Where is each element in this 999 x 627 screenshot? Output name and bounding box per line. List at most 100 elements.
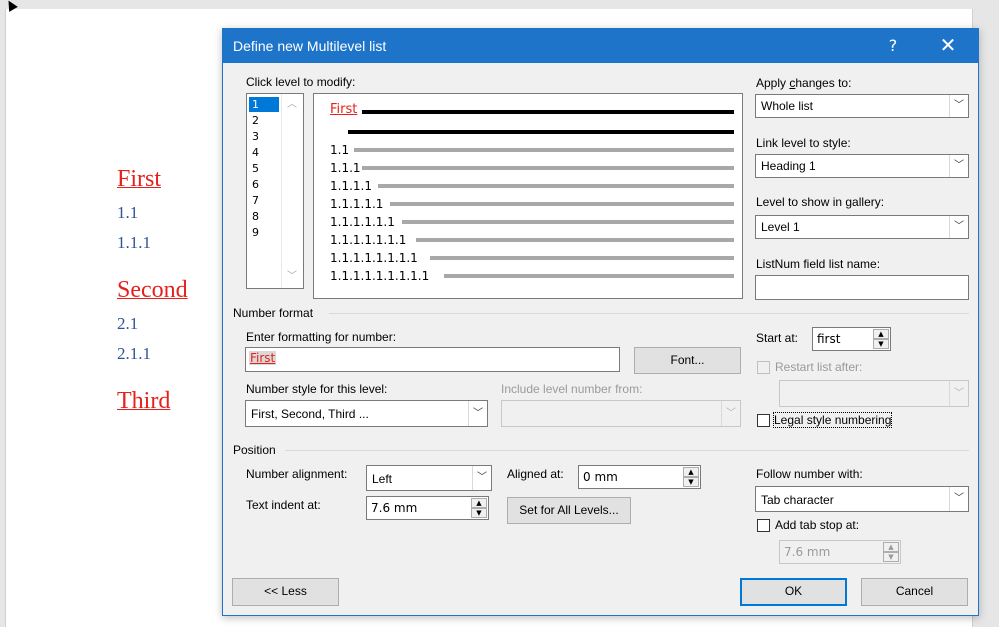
follow-number-value: Tab character [761,493,834,507]
preview-line [402,220,734,224]
less-button[interactable]: << Less [232,578,339,606]
spin-down-icon[interactable]: ▼ [471,508,487,518]
spin-down-icon[interactable]: ▼ [883,552,899,562]
spin-down-icon[interactable]: ▼ [873,339,889,349]
divider [285,450,969,451]
include-level-select[interactable]: ﹀ [501,400,741,427]
chevron-down-icon[interactable]: ﹀ [472,466,491,490]
cancel-button[interactable]: Cancel [861,578,968,606]
spin-up-icon[interactable]: ▲ [683,467,699,477]
add-tab-stop-checkbox[interactable] [757,519,770,532]
chevron-down-icon[interactable]: ﹀ [949,216,968,238]
enter-formatting-label: Enter formatting for number: [246,330,397,344]
number-alignment-label: Number alignment: [246,467,348,481]
chevron-down-icon[interactable]: ﹀ [468,401,487,426]
add-tab-stop-spinner[interactable]: 7.6 mm ▲ ▼ [779,540,901,564]
formatting-input[interactable]: First [245,347,620,372]
legal-style-checkbox[interactable] [757,414,770,427]
divider [329,313,969,314]
number-style-select[interactable]: First, Second, Third ... ﹀ [245,400,488,427]
text-indent-value: 7.6 mm [371,501,418,515]
number-style-value: First, Second, Third ... [251,407,369,421]
font-button[interactable]: Font... [634,347,741,374]
dialog-titlebar[interactable]: Define new Multilevel list ? ✕ [223,29,978,63]
level-listbox[interactable]: 1 2 3 4 5 6 7 8 9 ︿ ﹀ [246,93,304,289]
chevron-down-icon[interactable]: ﹀ [949,487,968,511]
formatting-input-value: First [249,351,277,365]
preview-row-label: 1.1.1.1.1.1.1.1 [330,251,418,265]
level-item[interactable]: 9 [249,225,279,240]
legal-style-label[interactable]: Legal style numbering [772,412,893,428]
preview-line [378,184,734,188]
doc-subitem[interactable]: 1.1 [117,203,138,223]
preview-line [444,274,734,278]
chevron-down-icon[interactable]: ﹀ [949,95,968,117]
spin-down-icon[interactable]: ▼ [683,477,699,487]
chevron-up-icon[interactable]: ︿ [287,100,297,110]
level-item[interactable]: 6 [249,177,279,192]
chevron-down-icon[interactable]: ﹀ [721,401,740,426]
number-alignment-select[interactable]: Left ﹀ [366,465,492,491]
level-scrollbar[interactable]: ︿ ﹀ [281,94,303,288]
doc-subitem[interactable]: 2.1.1 [117,344,151,364]
doc-heading-third[interactable]: Third [117,387,170,415]
add-tab-stop-label: Add tab stop at: [775,518,860,532]
spin-up-icon[interactable]: ▲ [471,498,487,508]
close-icon[interactable]: ✕ [935,33,961,57]
preview-row-label: 1.1.1.1.1.1.1 [330,233,407,247]
help-button[interactable]: ? [883,36,903,55]
spin-up-icon[interactable]: ▲ [883,542,899,552]
set-all-levels-button[interactable]: Set for All Levels... [507,497,631,524]
preview-row-label: 1.1.1 [330,161,361,175]
aligned-at-value: 0 mm [583,470,618,484]
click-level-label: Click level to modify: [246,75,356,89]
level-item[interactable]: 1 [249,97,279,112]
preview-row-label: 1.1.1.1.1.1.1.1.1 [330,269,430,283]
link-level-label: Link level to style: [756,136,851,150]
text-indent-spinner[interactable]: 7.6 mm ▲ ▼ [366,496,489,520]
link-level-value: Heading 1 [761,159,816,173]
ok-button[interactable]: OK [740,578,847,606]
list-preview: First 1.1 1.1.1 1.1.1.1 1.1.1.1.1 1.1.1.1.1.… [313,93,743,299]
preview-line [348,130,734,134]
preview-first: First [330,102,358,117]
restart-list-select[interactable]: ﹀ [779,380,969,407]
doc-heading-first[interactable]: First [117,165,161,193]
preview-line [362,166,734,170]
start-at-value: first [817,332,841,346]
aligned-at-spinner[interactable]: 0 mm ▲ ▼ [578,465,701,489]
start-at-spinner[interactable]: first ▲ ▼ [812,327,891,351]
start-at-label: Start at: [756,331,799,345]
level-item[interactable]: 3 [249,129,279,144]
define-multilevel-list-dialog: Define new Multilevel list ? ✕ Click lev… [222,28,979,616]
preview-line [416,238,734,242]
level-gallery-value: Level 1 [761,220,800,234]
preview-line [354,148,734,152]
restart-list-checkbox[interactable] [757,361,770,374]
preview-line [390,202,734,206]
spin-up-icon[interactable]: ▲ [873,329,889,339]
aligned-at-label: Aligned at: [507,467,564,481]
level-item[interactable]: 4 [249,145,279,160]
link-level-select[interactable]: Heading 1 ﹀ [755,154,969,178]
level-item[interactable]: 7 [249,193,279,208]
follow-number-select[interactable]: Tab character ﹀ [755,486,969,512]
chevron-down-icon[interactable]: ﹀ [949,381,968,406]
listnum-field[interactable] [755,275,969,300]
include-level-label: Include level number from: [501,382,643,396]
doc-subitem[interactable]: 2.1 [117,314,138,334]
number-format-section: Number format [233,306,314,320]
listnum-label: ListNum field list name: [756,257,881,271]
restart-list-label: Restart list after: [775,360,863,374]
apply-changes-select[interactable]: Whole list ﹀ [755,94,969,118]
level-gallery-select[interactable]: Level 1 ﹀ [755,215,969,239]
doc-heading-second[interactable]: Second [117,276,188,304]
level-item[interactable]: 8 [249,209,279,224]
preview-row-label: 1.1.1.1.1 [330,197,384,211]
doc-subitem[interactable]: 1.1.1 [117,233,151,253]
level-item[interactable]: 2 [249,113,279,128]
apply-changes-value: Whole list [761,99,814,113]
chevron-down-icon[interactable]: ﹀ [949,155,968,177]
level-item[interactable]: 5 [249,161,279,176]
chevron-down-icon[interactable]: ﹀ [287,272,297,282]
